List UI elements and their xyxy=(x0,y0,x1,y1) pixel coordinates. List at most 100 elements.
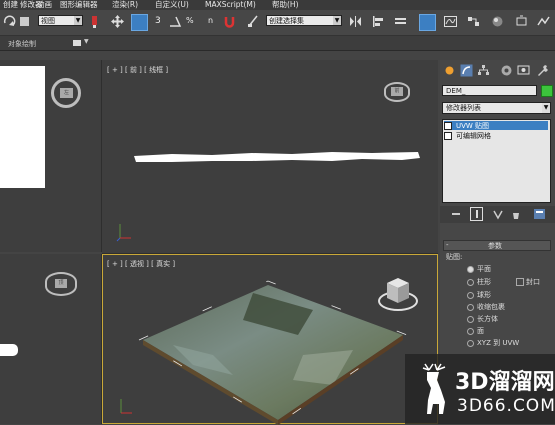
viewcube-gizmo[interactable]: 前 xyxy=(384,82,410,102)
reference-coordinate-dropdown[interactable]: 视图 ▼ xyxy=(38,15,83,26)
radio-spherical[interactable] xyxy=(467,292,474,299)
pivot-icon[interactable] xyxy=(88,14,103,29)
deer-logo-icon xyxy=(422,363,446,414)
schematic-view-icon[interactable] xyxy=(466,14,481,29)
hierarchy-tab-icon[interactable] xyxy=(477,64,490,77)
layer-manager-icon[interactable] xyxy=(393,14,408,29)
viewcube-gizmo[interactable]: 顶 xyxy=(45,272,77,296)
watermark-brand: 3D溜溜网 xyxy=(455,370,555,395)
watermark-url: 3D66.COM xyxy=(457,396,555,416)
radio-planar[interactable] xyxy=(467,266,474,273)
viewport-front[interactable]: [ + ] [ 前 ] [ 线框 ] 前 xyxy=(102,60,438,254)
radio-face[interactable] xyxy=(467,328,474,335)
cap-checkbox[interactable] xyxy=(516,278,524,286)
make-unique-icon[interactable] xyxy=(492,209,504,220)
object-white-fragment xyxy=(0,344,18,356)
create-tab-icon[interactable] xyxy=(443,64,456,77)
stack-item-uvw-map[interactable]: UVW 贴图 xyxy=(456,121,489,131)
ribbon-bar: 对象绘制 ▼ xyxy=(0,36,555,51)
percent-snap-toggle[interactable]: % xyxy=(186,16,194,25)
viewcube-face: 左 xyxy=(60,88,73,98)
menu-create[interactable]: 创建 xyxy=(3,0,18,9)
curve-editor-icon[interactable] xyxy=(443,14,458,29)
named-selection-set-value: 创建选择集 xyxy=(269,17,304,25)
reference-coordinate-value: 视图 xyxy=(41,17,55,25)
object-white-panel xyxy=(0,66,45,188)
radio-planar-label: 平面 xyxy=(477,265,491,273)
ribbon-label: 对象绘制 xyxy=(8,40,36,48)
menu-animation[interactable]: 动画 xyxy=(37,0,52,9)
radio-xyz-to-uvw-label: XYZ 到 UVW xyxy=(477,339,520,347)
radio-cylindrical[interactable] xyxy=(467,279,474,286)
axis-tripod-icon xyxy=(116,224,131,242)
redo-icon[interactable] xyxy=(2,14,17,29)
display-tab-icon[interactable] xyxy=(517,64,530,77)
menu-help[interactable]: 帮助(H) xyxy=(272,0,299,9)
pin-stack-icon[interactable] xyxy=(450,209,462,220)
viewcube-face: 前 xyxy=(391,87,403,96)
menu-maxscript[interactable]: MAXScript(M) xyxy=(205,0,256,9)
magnet-icon[interactable] xyxy=(222,14,237,29)
select-and-manipulate-button[interactable] xyxy=(131,14,148,31)
terrain-profile xyxy=(134,152,420,162)
edit-named-selection-icon[interactable] xyxy=(246,14,261,29)
utilities-tab-icon[interactable] xyxy=(536,64,549,77)
motion-tab-icon[interactable] xyxy=(500,64,513,77)
scene-explorer-button[interactable] xyxy=(419,14,436,31)
render-setup-icon[interactable] xyxy=(514,14,529,29)
parameters-rollout-header[interactable]: - 参数 xyxy=(443,240,551,251)
move-icon[interactable] xyxy=(110,14,125,29)
snap-3-toggle[interactable]: 3 xyxy=(155,16,161,26)
radio-cylindrical-label: 柱形 xyxy=(477,278,491,286)
radio-box-label: 长方体 xyxy=(477,315,498,323)
parameters-rollout-title: 参数 xyxy=(488,242,502,250)
viewcube-gizmo[interactable]: 左 xyxy=(51,78,81,108)
main-toolbar: 视图 ▼ 3 % n 创建选择集 ▼ xyxy=(0,10,555,36)
radio-shrink-wrap[interactable] xyxy=(467,304,474,311)
menu-rendering[interactable]: 渲染(R) xyxy=(112,0,138,9)
show-end-result-button[interactable] xyxy=(470,207,483,221)
viewport-left[interactable]: 左 xyxy=(0,60,102,252)
expand-toggle-icon[interactable] xyxy=(444,132,452,140)
menu-customize[interactable]: 自定义(U) xyxy=(155,0,189,9)
remove-modifier-icon[interactable] xyxy=(510,209,522,220)
select-object-icon[interactable] xyxy=(17,14,32,29)
show-end-result-icon xyxy=(476,210,478,218)
viewcube-face: 顶 xyxy=(55,279,67,288)
chevron-down-icon: ▼ xyxy=(333,16,341,25)
menu-graph-editors[interactable]: 图形编辑器 xyxy=(60,0,98,9)
radio-xyz-to-uvw[interactable] xyxy=(467,340,474,347)
light-bulb-icon[interactable] xyxy=(444,122,452,130)
radio-box[interactable] xyxy=(467,316,474,323)
viewport-label[interactable]: [ + ] [ 前 ] [ 线框 ] xyxy=(107,65,168,75)
viewport-top[interactable]: 顶 xyxy=(0,254,102,424)
chevron-down-icon: ▼ xyxy=(542,103,550,113)
ribbon-toggle-button[interactable] xyxy=(73,40,81,46)
radio-spherical-label: 球形 xyxy=(477,291,491,299)
modifier-list-dropdown[interactable]: 修改器列表 ▼ xyxy=(442,102,551,114)
viewcube-gizmo[interactable] xyxy=(378,277,418,313)
mirror-icon[interactable] xyxy=(348,14,363,29)
cap-checkbox-label: 封口 xyxy=(526,278,540,286)
modifier-list-value: 修改器列表 xyxy=(446,104,481,112)
watermark: 3D溜溜网 3D66.COM xyxy=(405,354,555,424)
stack-item-editable-mesh[interactable]: 可编辑网格 xyxy=(456,131,491,141)
axis-tripod-icon xyxy=(120,399,132,414)
material-editor-icon[interactable] xyxy=(490,14,505,29)
align-icon[interactable] xyxy=(371,14,386,29)
configure-modifier-sets-icon[interactable] xyxy=(533,208,546,220)
menu-bar: 创建 修改器 动画 图形编辑器 渲染(R) 自定义(U) MAXScript(M… xyxy=(0,0,555,10)
rollout-collapse-icon: - xyxy=(446,241,449,249)
viewcube-icon xyxy=(387,278,409,303)
radio-face-label: 面 xyxy=(477,327,484,335)
viewport-perspective[interactable]: [ + ] [ 透视 ] [ 真实 ] xyxy=(102,254,438,425)
object-name-field[interactable]: DEM_ xyxy=(442,85,537,96)
spinner-snap-toggle[interactable]: n xyxy=(208,16,213,25)
object-color-swatch[interactable] xyxy=(541,85,553,97)
angle-snap-icon[interactable] xyxy=(168,14,183,29)
modify-tab-icon[interactable] xyxy=(460,64,473,77)
chevron-down-icon: ▼ xyxy=(84,38,89,45)
mapping-label: 贴图: xyxy=(446,253,463,261)
render-frame-icon[interactable] xyxy=(536,14,551,29)
named-selection-set-dropdown[interactable]: 创建选择集 ▼ xyxy=(266,15,342,26)
